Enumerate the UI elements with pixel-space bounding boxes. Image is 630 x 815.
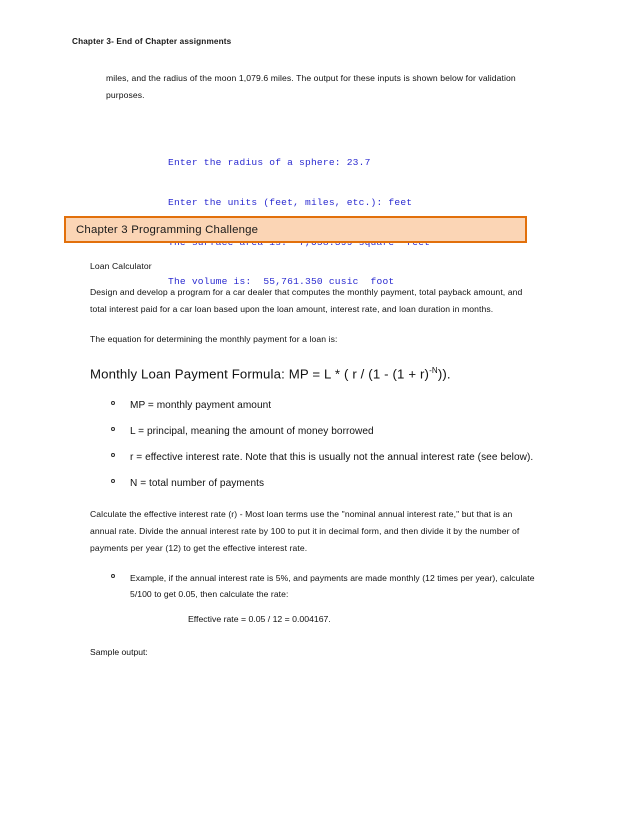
sample-output-label: Sample output: [90, 647, 148, 658]
list-item-label: r = effective interest rate. Note that t… [130, 452, 534, 464]
bullet-circle-icon [111, 479, 115, 484]
chapter-heading-text: Chapter 3 Programming Challenge [76, 223, 259, 236]
list-item: N = total number of payments [111, 475, 535, 492]
console-line: Enter the units (feet, miles, etc.): fee… [168, 197, 413, 209]
chapter-heading-box: Chapter 3 Programming Challenge [64, 216, 527, 243]
running-header: Chapter 3- End of Chapter assignments [72, 37, 232, 46]
document-page: Chapter 3- End of Chapter assignments mi… [0, 0, 630, 815]
console-line: Enter the radius of a sphere: 23.7 [168, 157, 371, 169]
bullet-circle-icon [111, 427, 115, 432]
assignment-body: Loan Calculator Design and develop a pro… [0, 258, 630, 660]
formula-exponent: -N [429, 366, 438, 375]
formula-suffix: )). [437, 366, 451, 382]
list-item: MP = monthly payment amount [111, 397, 535, 414]
variable-definitions-list: MP = monthly payment amount L = principa… [0, 397, 630, 492]
list-item: Example, if the annual interest rate is … [111, 570, 535, 602]
bullet-circle-icon [111, 401, 115, 406]
list-item-label: MP = monthly payment amount [130, 400, 272, 412]
example-list: Example, if the annual interest rate is … [0, 570, 630, 602]
list-item: r = effective interest rate. Note that t… [111, 449, 535, 466]
equation-intro: The equation for determining the monthly… [90, 334, 338, 344]
bullet-circle-icon [111, 453, 115, 458]
intro-paragraph: miles, and the radius of the moon 1,079.… [106, 73, 516, 100]
bullet-circle-icon [111, 574, 115, 579]
formula-prefix: Monthly Loan Payment Formula: MP = L * (… [90, 366, 430, 382]
effective-rate-paragraph: Calculate the effective interest rate (r… [90, 509, 520, 554]
monthly-payment-formula: Monthly Loan Payment Formula: MP = L * (… [90, 361, 550, 384]
assignment-description: Design and develop a program for a car d… [90, 287, 523, 314]
list-item-label: N = total number of payments [130, 478, 265, 490]
list-item-label: Example, if the annual interest rate is … [130, 573, 535, 600]
effective-rate-equation: Effective rate = 0.05 / 12 = 0.004167. [188, 614, 331, 625]
list-item: L = principal, meaning the amount of mon… [111, 423, 535, 440]
list-item-label: L = principal, meaning the amount of mon… [130, 426, 374, 438]
section-title: Loan Calculator [90, 261, 152, 271]
